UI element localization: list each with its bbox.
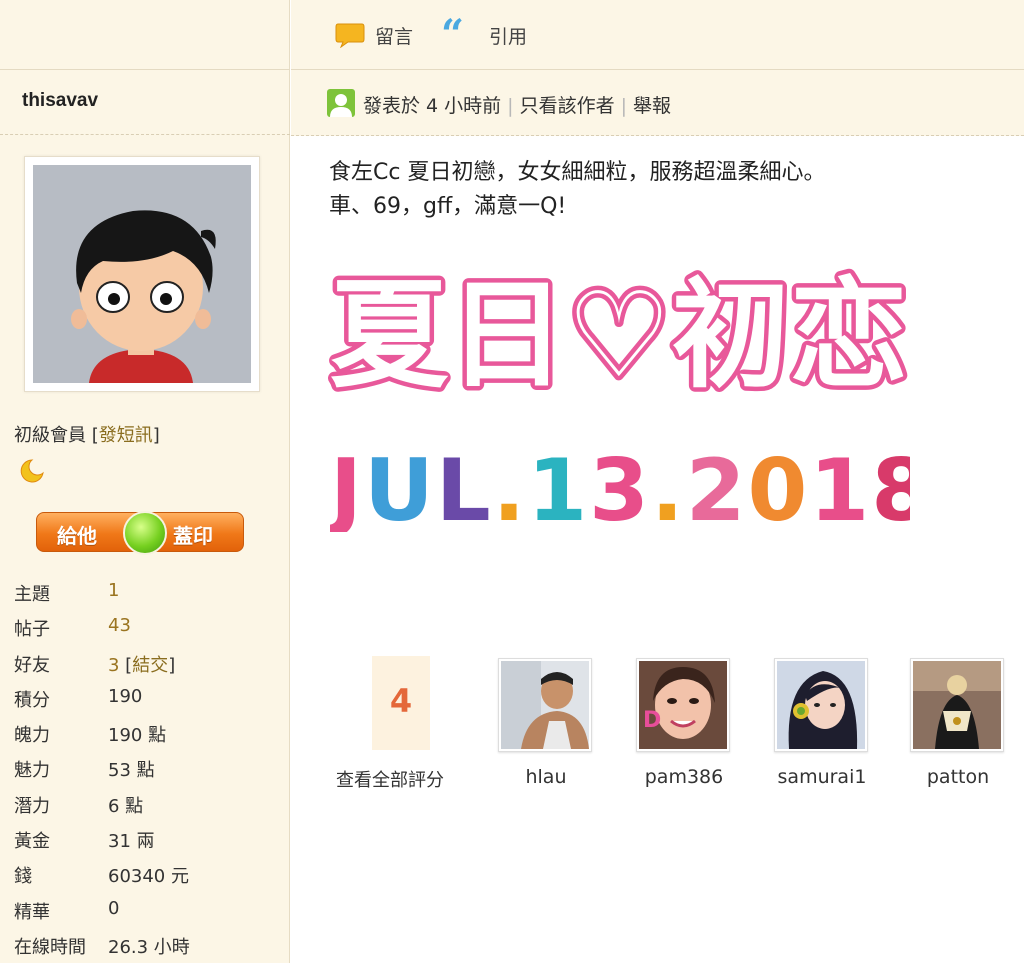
stat-value[interactable]: 1 (108, 580, 119, 601)
separator: | (507, 95, 514, 117)
rater-patton[interactable]: patton (910, 658, 1006, 788)
stat-value-wrap: 3 [結交] (108, 654, 176, 676)
post-body: 食左Cc 夏日初戀，女女細細粒，服務超溫柔細心。 車、69，gff，滿意一Q! (329, 156, 825, 224)
stat-value: 31 兩 (108, 831, 155, 853)
bracket-close: ] (152, 425, 160, 446)
stat-threads: 主題 1 (14, 578, 284, 613)
rater-samurai1[interactable]: samurai1 (774, 658, 870, 788)
rater-avatar[interactable]: D (636, 658, 730, 752)
figurine-photo-icon (913, 661, 1001, 749)
stat-value: 190 點 (108, 725, 167, 747)
green-ball-icon (123, 511, 167, 555)
banner-date-image: JUL.13.2018 (330, 442, 910, 532)
online-user-icon (327, 89, 355, 117)
rater-hlau[interactable]: hlau (498, 658, 594, 788)
stat-label: 精華 (14, 901, 50, 923)
stat-value: 60340 元 (108, 866, 189, 888)
stat-online-time: 在線時間 26.3 小時 (14, 931, 284, 963)
banner-title-image: 夏日♡初恋 (326, 262, 912, 403)
separator: | (620, 95, 627, 117)
post-toolbar: 留言 “ 引用 (291, 0, 1024, 70)
stat-value: 190 (108, 685, 143, 707)
send-message-link[interactable]: 發短訊 (99, 425, 153, 446)
stat-potential: 潛力 6 點 (14, 790, 284, 825)
stat-points: 積分 190 (14, 684, 284, 719)
stat-label: 主題 (14, 584, 50, 605)
cartoon-boy-avatar-icon (33, 165, 251, 383)
avatar[interactable] (24, 156, 260, 392)
rater-name[interactable]: pam386 (616, 766, 752, 788)
stat-gold: 黃金 31 兩 (14, 825, 284, 860)
stat-digest: 精華 0 (14, 896, 284, 931)
rater-avatar[interactable] (498, 658, 592, 752)
member-rank: 初級會員 [發短訊] (14, 421, 160, 447)
comment-button[interactable]: 留言 (335, 20, 413, 50)
quote-button[interactable]: “ 引用 (441, 11, 528, 58)
stat-value[interactable]: 43 (108, 615, 131, 636)
stat-power: 魄力 190 點 (14, 719, 284, 754)
stat-label: 積分 (14, 689, 50, 711)
stat-label: 帖子 (14, 619, 50, 641)
stat-label: 好友 (14, 654, 50, 676)
stat-value: 6 點 (108, 795, 144, 817)
stat-friends: 好友 3 [結交] (14, 649, 284, 684)
view-all-ratings-link[interactable]: 查看全部評分 (336, 766, 444, 792)
sidebar-header-strip (0, 0, 290, 70)
username-link[interactable]: thisavav (22, 90, 98, 112)
stat-value: 26.3 小時 (108, 936, 190, 958)
post-line: 車、69，gff，滿意一Q! (329, 194, 567, 219)
comment-label: 留言 (375, 25, 414, 48)
user-stats: 主題 1 帖子 43 好友 3 [結交] 積分 190 魄力 190 點 魅力 … (14, 578, 284, 963)
stat-label: 魄力 (14, 725, 50, 747)
user-sidebar: thisavav 初級會員 [發短訊] 給他 蓋印 主題 1 帖子 43 好友 … (0, 0, 290, 963)
speech-bubble-icon (335, 23, 365, 48)
stamp-left-label: 給他 (57, 524, 97, 548)
stamp-right-label: 蓋印 (173, 524, 213, 548)
stat-label: 在線時間 (14, 936, 86, 958)
rater-name[interactable]: patton (890, 766, 1024, 788)
rater-avatar[interactable] (774, 658, 868, 752)
stat-value[interactable]: 3 (108, 655, 119, 676)
stat-money: 錢 60340 元 (14, 860, 284, 895)
rater-avatar[interactable] (910, 658, 1004, 752)
stat-value: 0 (108, 897, 120, 919)
post-line: 食左Cc 夏日初戀，女女細細粒，服務超溫柔細心。 (329, 160, 826, 185)
woman-photo-icon: D (639, 661, 727, 749)
banner-date-text: JUL.13.2018 (330, 442, 910, 532)
rater-name[interactable]: samurai1 (754, 766, 890, 788)
report-link[interactable]: 舉報 (633, 95, 671, 117)
only-author-link[interactable]: 只看該作者 (520, 95, 615, 117)
stat-label: 黃金 (14, 831, 50, 853)
svg-text:D: D (643, 708, 661, 733)
stat-label: 魅力 (14, 760, 50, 782)
divider (0, 134, 290, 135)
quote-label: 引用 (489, 25, 528, 48)
quote-icon: “ (441, 11, 465, 58)
stat-value: 53 點 (108, 760, 155, 782)
stat-label: 潛力 (14, 795, 50, 817)
rating-count: 4 (389, 682, 413, 720)
add-friend-link[interactable]: 結交 (132, 655, 168, 676)
post-time: 發表於 4 小時前 (363, 95, 502, 117)
give-stamp-button[interactable]: 給他 蓋印 (36, 511, 244, 555)
rater-name[interactable]: hlau (478, 766, 614, 788)
girl-photo-icon (777, 661, 865, 749)
stat-label: 錢 (14, 866, 32, 888)
stat-posts: 帖子 43 (14, 613, 284, 648)
bracket-open: [ (91, 425, 99, 446)
man-photo-icon (501, 661, 589, 749)
stat-charm: 魅力 53 點 (14, 754, 284, 789)
post-meta: 發表於 4 小時前 | 只看該作者 | 舉報 (363, 91, 671, 118)
moon-icon (20, 459, 44, 483)
rater-pam386[interactable]: D pam386 (636, 658, 732, 788)
rank-label: 初級會員 (14, 425, 86, 446)
post-meta-bar: 發表於 4 小時前 | 只看該作者 | 舉報 (291, 70, 1024, 136)
rating-count-box[interactable]: 4 (372, 656, 430, 750)
banner-title-text: 夏日♡初恋 (330, 266, 908, 402)
